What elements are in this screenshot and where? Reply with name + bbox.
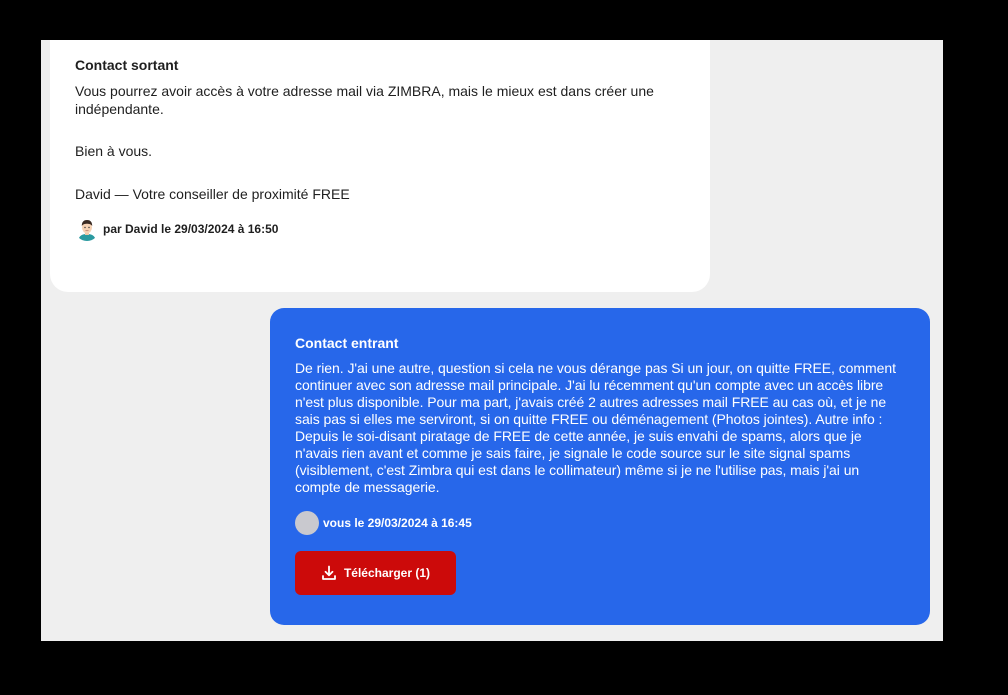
incoming-message-meta: vous le 29/03/2024 à 16:45 xyxy=(295,511,905,535)
incoming-message-text: De rien. J'ai une autre, question si cel… xyxy=(295,360,896,495)
conversation-view: Contact sortant Vous pourrez avoir accès… xyxy=(41,40,943,641)
outgoing-message-meta-text: par David le 29/03/2024 à 16:50 xyxy=(103,222,279,236)
incoming-message-card: Contact entrant De rien. J'ai une autre,… xyxy=(270,308,930,625)
download-icon xyxy=(321,565,337,581)
incoming-message-meta-text: vous le 29/03/2024 à 16:45 xyxy=(323,516,472,530)
outgoing-message-card: Contact sortant Vous pourrez avoir accès… xyxy=(50,40,710,292)
incoming-message-title: Contact entrant xyxy=(295,335,399,351)
outgoing-message-paragraph: Bien à vous. xyxy=(75,143,153,159)
outgoing-message-signature: David — Votre conseiller de proximité FR… xyxy=(75,186,350,202)
user-avatar-placeholder xyxy=(295,511,319,535)
outgoing-message-paragraph: Vous pourrez avoir accès à votre adresse… xyxy=(75,83,654,117)
advisor-avatar-icon xyxy=(75,217,99,241)
download-attachment-button[interactable]: Télécharger (1) xyxy=(295,551,456,595)
download-button-label: Télécharger (1) xyxy=(343,566,431,580)
outgoing-message-meta: par David le 29/03/2024 à 16:50 xyxy=(75,217,685,241)
outgoing-message-title: Contact sortant xyxy=(75,57,179,73)
